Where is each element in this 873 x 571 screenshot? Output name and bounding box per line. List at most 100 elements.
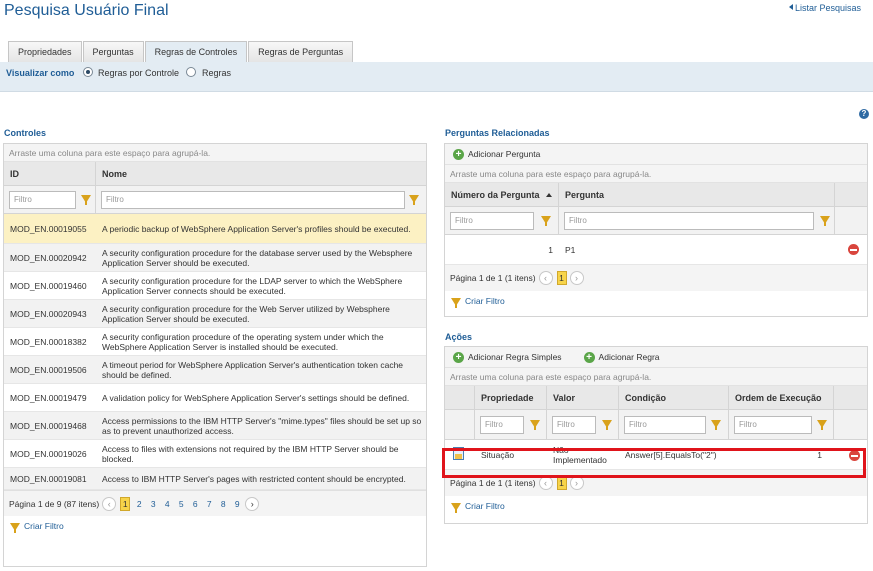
prev-page-button[interactable]: ‹ [102,496,117,511]
filter-funnel-icon[interactable] [602,420,612,430]
actions-toolbar: + Adicionar Regra Simples + Adicionar Re… [445,347,867,368]
filter-funnel-icon[interactable] [820,216,830,226]
name-filter-input[interactable]: Filtro [101,191,405,209]
table-row[interactable]: MOD_EN.00020943 A security configuration … [4,300,426,328]
table-row[interactable]: MOD_EN.00019479 A validation policy for W… [4,384,426,412]
table-row[interactable]: MOD_EN.00019081 Access to IBM HTTP Server… [4,468,426,490]
add-icon: + [453,148,464,160]
column-header-question-number[interactable]: Número da Pergunta [445,183,559,206]
table-row[interactable]: 1 P1 [445,235,867,265]
filter-funnel-icon[interactable] [409,195,419,205]
grid-header: Propriedade Valor Condição Ordem de Exec… [445,386,867,424]
prev-page-button[interactable]: ‹ [538,476,553,490]
page-number[interactable]: 9 [232,497,242,511]
tab-questions[interactable]: Perguntas [82,41,144,62]
page-number[interactable]: 1 [120,496,131,511]
filter-funnel-icon[interactable] [530,420,540,430]
page-number[interactable]: 7 [204,497,214,511]
prev-page-button[interactable]: ‹ [538,271,553,285]
filter-funnel-icon[interactable] [817,420,827,430]
remove-icon[interactable] [848,244,859,255]
filter-funnel-icon[interactable] [541,216,551,226]
next-page-button[interactable]: › [245,496,260,511]
table-row[interactable]: MOD_EN.00019506 A timeout period for WebS… [4,356,426,384]
tab-properties[interactable]: Propriedades [8,41,82,62]
filter-row: Filtro Filtro Filtro Filtro [445,410,867,440]
page-title: Pesquisa Usuário Final [4,2,169,19]
list-surveys-link[interactable]: Listar Pesquisas [788,3,861,13]
table-row[interactable]: MOD_EN.00019026 Access to files with exte… [4,440,426,468]
add-icon: + [453,351,464,363]
column-header-value[interactable]: Valor [547,386,619,409]
page-number[interactable]: 1 [556,476,567,490]
id-filter-input[interactable]: Filtro [9,191,76,209]
page-number[interactable]: 3 [148,497,158,511]
question-number: 1 [548,244,553,255]
condition-filter-input[interactable]: Filtro [624,416,706,434]
pager-summary: Página 1 de 1 (1 itens) [450,478,536,488]
table-row[interactable]: MOD_EN.00019460 A security configuration … [4,272,426,300]
page-number[interactable]: 5 [176,497,186,511]
tab-question-rules[interactable]: Regras de Perguntas [248,41,354,62]
back-arrow-icon [788,4,793,10]
column-header-name[interactable]: Nome [96,162,426,185]
table-row[interactable]: MOD_EN.00019468 Access permissions to the… [4,412,426,440]
page-number[interactable]: 2 [134,497,144,511]
page-number[interactable]: 6 [190,497,200,511]
next-page-button[interactable]: › [569,476,584,490]
page-number[interactable]: 4 [162,497,172,511]
control-id: MOD_EN.00019081 [10,473,87,484]
property-filter-input[interactable]: Filtro [480,416,524,434]
execution-order-filter-input[interactable]: Filtro [734,416,812,434]
filter-funnel-icon[interactable] [711,420,721,430]
create-filter-link[interactable]: Criar Filtro [445,496,867,516]
control-name: A security configuration procedure for t… [102,275,403,296]
group-by-area[interactable]: Arraste uma coluna para este espaço para… [4,144,426,162]
add-question-label: Adicionar Pergunta [468,149,541,159]
highlight-annotation-box [442,448,866,478]
page-number[interactable]: 1 [556,271,567,285]
filter-funnel-icon[interactable] [81,195,91,205]
create-filter-link[interactable]: Criar Filtro [4,516,426,536]
page-number[interactable]: 8 [218,497,228,511]
add-rule-button[interactable]: + Adicionar Regra [583,351,660,363]
control-id: MOD_EN.00019468 [10,420,87,431]
table-row[interactable]: MOD_EN.00020942 A security configuration … [4,244,426,272]
next-page-button[interactable]: › [569,271,584,285]
create-filter-link[interactable]: Criar Filtro [445,291,867,311]
control-name: A periodic backup of WebSphere Applicati… [102,223,411,234]
question-text: P1 [565,244,576,255]
help-icon[interactable]: ? [859,109,869,119]
question-number-filter-input[interactable]: Filtro [450,212,534,230]
controls-pager: Página 1 de 9 (87 itens) ‹ 1 2 3 4 5 6 7… [4,490,426,516]
control-id: MOD_EN.00019026 [10,448,87,459]
radio-rules-label[interactable]: Regras [202,68,231,78]
control-id: MOD_EN.00019460 [10,280,87,291]
control-id: MOD_EN.00019479 [10,392,87,403]
add-rule-label: Adicionar Regra [598,352,660,362]
list-surveys-link-label: Listar Pesquisas [794,3,861,13]
radio-rules-by-control-label[interactable]: Regras por Controle [98,68,179,78]
control-id: MOD_EN.00020942 [10,252,87,263]
actions-grid: + Adicionar Regra Simples + Adicionar Re… [444,346,868,524]
group-by-area[interactable]: Arraste uma coluna para este espaço para… [445,368,867,386]
radio-rules[interactable] [186,67,196,77]
column-header-property[interactable]: Propriedade [475,386,547,409]
column-header-id[interactable]: ID [4,162,96,185]
control-id: MOD_EN.00019055 [10,223,87,234]
column-header-condition[interactable]: Condição [619,386,729,409]
add-simple-rule-button[interactable]: + Adicionar Regra Simples [453,351,562,363]
group-by-area[interactable]: Arraste uma coluna para este espaço para… [445,165,867,183]
filter-funnel-icon [451,298,461,308]
column-header-question[interactable]: Pergunta [559,183,835,206]
tab-control-rules[interactable]: Regras de Controles [144,41,248,63]
add-question-button[interactable]: + Adicionar Pergunta [453,148,541,160]
grid-header: Número da Pergunta Pergunta [445,183,867,207]
value-filter-input[interactable]: Filtro [552,416,596,434]
question-filter-input[interactable]: Filtro [564,212,814,230]
radio-rules-by-control[interactable] [83,67,93,77]
table-row[interactable]: MOD_EN.00018382 A security configuration … [4,328,426,356]
column-header-execution-order[interactable]: Ordem de Execução [729,386,834,424]
table-row[interactable]: MOD_EN.00019055 A periodic backup of WebS… [4,214,426,244]
control-name: A security configuration procedure of th… [102,331,384,352]
